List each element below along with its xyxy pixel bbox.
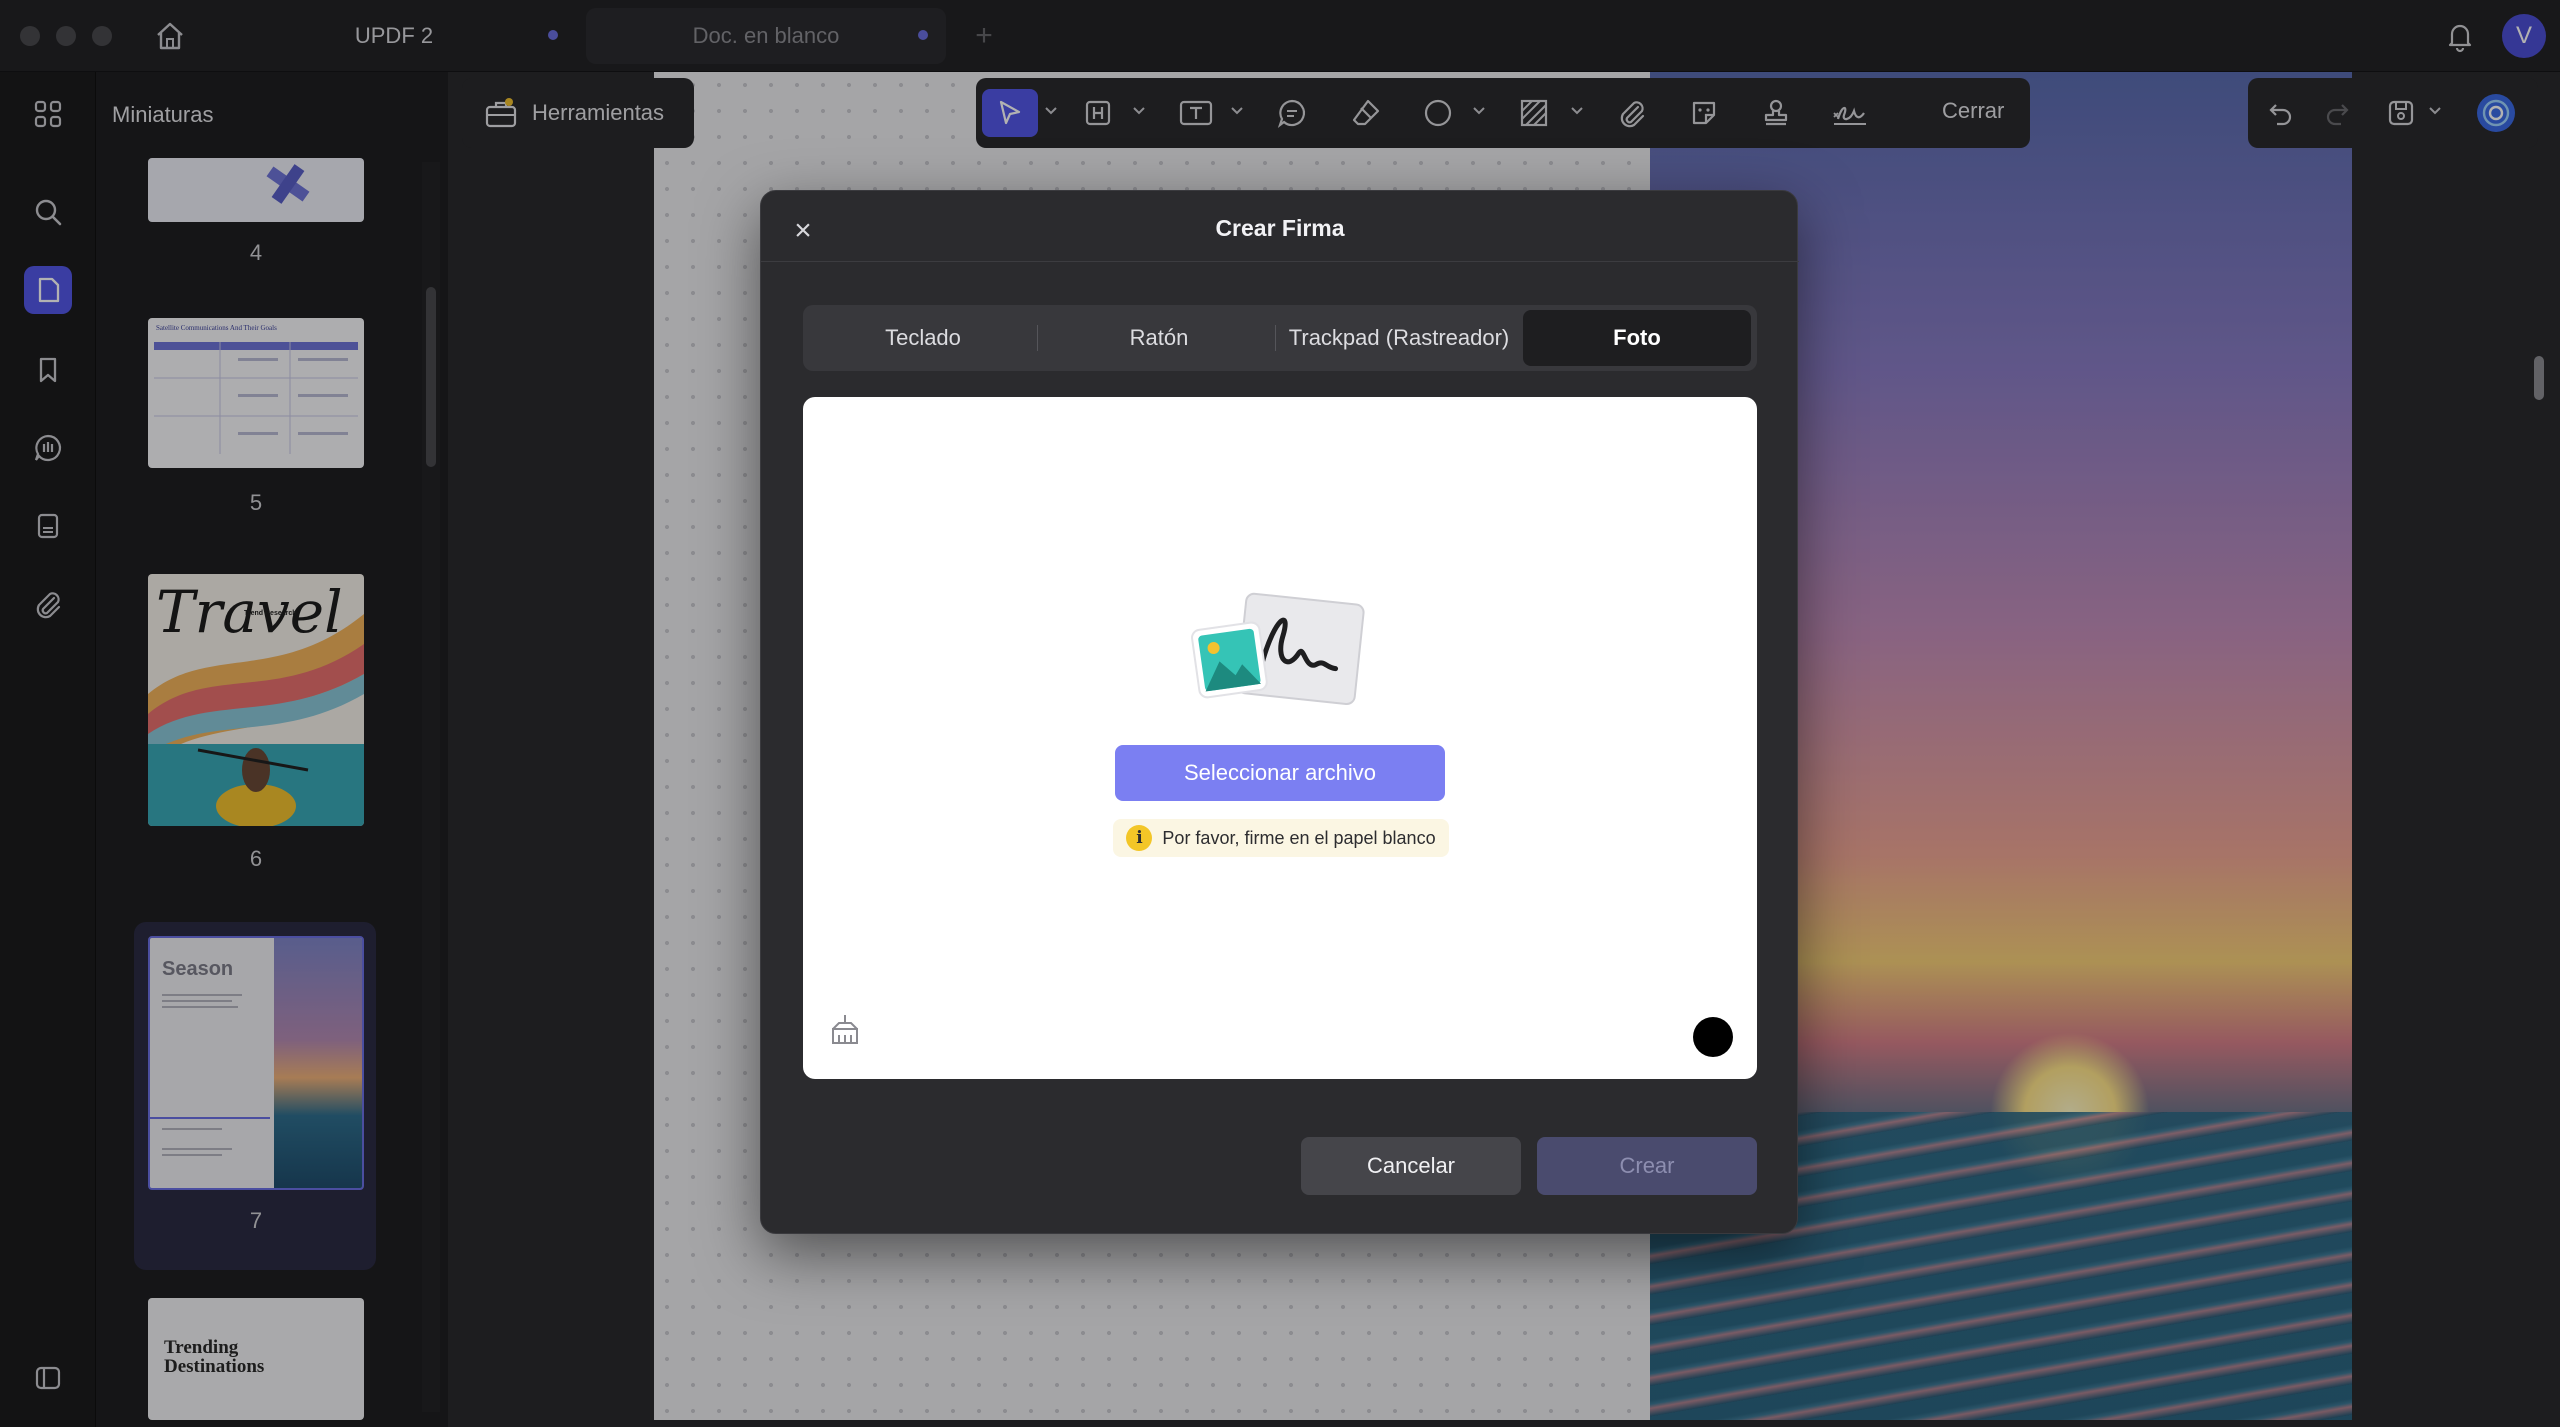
dialog-divider [761, 261, 1799, 262]
select-file-button[interactable]: Seleccionar archivo [1115, 745, 1445, 801]
signature-area[interactable]: Seleccionar archivo i Por favor, firme e… [803, 397, 1757, 1079]
tab-separator [1275, 325, 1276, 351]
tab-photo[interactable]: Foto [1523, 310, 1751, 366]
signature-method-tabs: Teclado Ratón Trackpad (Rastreador) Foto [803, 305, 1757, 371]
hint-banner: i Por favor, firme en el papel blanco [1113, 819, 1449, 857]
tab-trackpad[interactable]: Trackpad (Rastreador) [1279, 310, 1519, 366]
info-icon: i [1126, 825, 1153, 851]
tab-mouse[interactable]: Ratón [1045, 310, 1273, 366]
tab-keyboard[interactable]: Teclado [809, 310, 1037, 366]
cancel-button[interactable]: Cancelar [1301, 1137, 1521, 1195]
create-button[interactable]: Crear [1537, 1137, 1757, 1195]
photo-signature-icon [1187, 587, 1373, 711]
tab-separator [1037, 325, 1038, 351]
ink-color-picker[interactable] [1693, 1017, 1733, 1057]
dialog-title: Crear Firma [1215, 215, 1345, 241]
create-signature-dialog: × Crear Firma Teclado Ratón Trackpad (Ra… [760, 190, 1799, 1234]
clear-icon[interactable] [825, 1009, 865, 1049]
hint-text: Por favor, firme en el papel blanco [1162, 827, 1436, 848]
